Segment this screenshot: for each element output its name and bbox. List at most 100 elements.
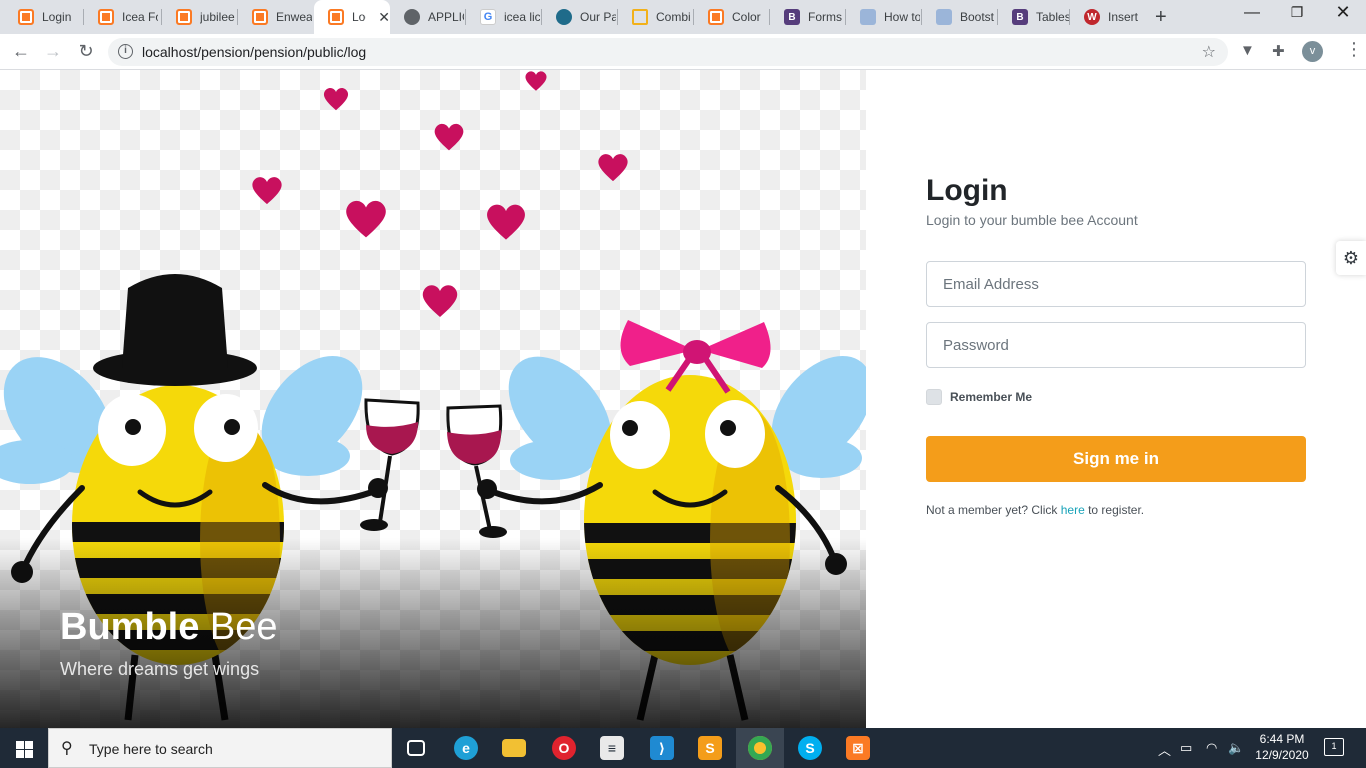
login-title: Login <box>926 174 1008 207</box>
register-suffix: to register. <box>1088 503 1145 517</box>
email-field[interactable] <box>926 261 1306 307</box>
wifi-icon[interactable]: ◠ <box>1206 740 1217 756</box>
volume-icon[interactable]: 🔈 <box>1228 740 1244 756</box>
heart-shape <box>434 123 464 151</box>
system-clock[interactable]: 6:44 PM 12/9/2020 <box>1252 731 1312 763</box>
browser-tab[interactable]: Icea Fo <box>84 0 162 34</box>
browser-tab-title: icea lic <box>504 10 540 24</box>
site-icon <box>556 9 572 25</box>
opera-icon[interactable]: O <box>540 728 588 768</box>
browser-tab[interactable]: Login <box>4 0 84 34</box>
browser-tab-title: How to <box>884 10 920 24</box>
reload-icon[interactable]: ↻ <box>75 41 97 62</box>
google-icon: G <box>480 9 496 25</box>
checker-icon <box>936 9 952 25</box>
register-link[interactable]: here <box>1061 503 1085 517</box>
browser-tab-title: Login <box>42 10 72 24</box>
battery-icon[interactable]: ▭ <box>1180 740 1192 756</box>
bootstrap-icon: B <box>784 9 800 25</box>
browser-tab-active[interactable]: Log ✕ <box>314 0 390 34</box>
browser-tab-title: Bootst <box>960 10 995 24</box>
xampp-icon <box>328 9 344 25</box>
browser-tab-title: APPLIC <box>428 10 464 24</box>
brand-light: Bee <box>209 606 278 648</box>
browser-tab-title: Insert <box>1108 10 1139 24</box>
browser-tab[interactable]: Combi <box>618 0 694 34</box>
bookmark-star-icon[interactable]: ☆ <box>1202 42 1216 62</box>
browser-tab[interactable]: How to <box>846 0 922 34</box>
password-field[interactable] <box>926 322 1306 368</box>
xampp-icon <box>98 9 114 25</box>
sign-in-button[interactable]: Sign me in <box>926 436 1306 482</box>
browser-tab-title: Log <box>352 10 366 24</box>
browser-tab-title: Enweal <box>276 10 312 24</box>
globe-icon <box>404 9 420 25</box>
browser-tab[interactable]: jubilee <box>162 0 238 34</box>
notification-center-icon[interactable]: 1 <box>1324 738 1344 756</box>
brand-tagline: Where dreams get wings <box>60 659 260 679</box>
restore-icon[interactable]: ❐ <box>1287 4 1307 21</box>
brand-name: Bumble Bee <box>60 606 278 649</box>
close-tab-icon[interactable]: ✕ <box>378 9 390 26</box>
settings-gear-icon[interactable]: ⚙ <box>1336 241 1366 275</box>
document-app-icon[interactable]: ≡ <box>588 728 636 768</box>
browser-tab-strip: Login Icea Fo jubilee Enweal Log ✕ APPLI… <box>0 0 1366 34</box>
search-icon: ⚲ <box>61 740 73 757</box>
sublime-text-icon[interactable]: S <box>686 728 734 768</box>
taskbar-search-placeholder: Type here to search <box>89 741 213 757</box>
browser-tab[interactable]: Color <box>694 0 770 34</box>
remember-me-checkbox[interactable] <box>926 389 942 405</box>
clock-time: 6:44 PM <box>1259 732 1305 746</box>
edge-icon[interactable]: e <box>442 728 490 768</box>
heart-shape <box>525 71 547 91</box>
file-explorer-icon[interactable] <box>490 728 538 768</box>
chrome-icon[interactable] <box>736 728 784 768</box>
browser-tab[interactable]: Bootst <box>922 0 998 34</box>
browser-tab[interactable]: W Insert <box>1070 0 1144 34</box>
browser-tab[interactable]: Our Pa <box>542 0 618 34</box>
browser-tab-title: Forms <box>808 10 842 24</box>
clock-date: 12/9/2020 <box>1255 748 1309 762</box>
browser-tab[interactable]: B Tables <box>998 0 1070 34</box>
page-viewport: Bumble Bee Where dreams get wings Login … <box>0 70 1366 728</box>
menu-kebab-icon[interactable]: ⋮ <box>1345 39 1363 60</box>
profile-avatar[interactable]: v <box>1302 41 1323 62</box>
browser-tab[interactable]: G icea lic <box>466 0 542 34</box>
heart-shape <box>252 177 282 205</box>
info-icon[interactable]: i <box>118 44 133 59</box>
chevron-up-icon[interactable]: ︿ <box>1158 740 1171 759</box>
browser-tab-title: Color <box>732 10 761 24</box>
register-prefix: Not a member yet? Click <box>926 503 1058 517</box>
browser-tab[interactable]: Enweal <box>238 0 314 34</box>
windows-start-icon[interactable] <box>0 728 48 768</box>
browser-tab-title: Tables <box>1036 10 1070 24</box>
login-subtitle: Login to your bumble bee Account <box>926 212 1138 228</box>
minimize-icon[interactable]: — <box>1242 4 1262 22</box>
bootstrap-icon: B <box>1012 9 1028 25</box>
taskbar-search-box[interactable]: ⚲ Type here to search <box>48 728 392 768</box>
xampp-icon <box>252 9 268 25</box>
browser-tab[interactable]: APPLIC <box>390 0 466 34</box>
address-url[interactable]: localhost/pension/pension/public/log <box>142 44 366 60</box>
windows-taskbar: ⚲ Type here to search e O ≡ ⟩ S S ⊠ ︿ ▭ … <box>0 728 1366 768</box>
vscode-icon[interactable]: ⟩ <box>638 728 686 768</box>
skype-icon[interactable]: S <box>786 728 834 768</box>
vivaldi-extension-icon[interactable]: ▼ <box>1240 42 1255 59</box>
extensions-puzzle-icon[interactable]: ✚ <box>1272 42 1285 60</box>
brand-bold: Bumble <box>60 606 200 648</box>
heart-shape <box>422 285 458 317</box>
browser-tab[interactable]: B Forms <box>770 0 846 34</box>
remember-me-label[interactable]: Remember Me <box>950 390 1032 404</box>
back-icon[interactable]: ← <box>10 41 32 62</box>
xampp-taskbar-icon[interactable]: ⊠ <box>834 728 882 768</box>
heart-shape <box>487 204 525 240</box>
browser-tab-title: Our Pa <box>580 10 616 24</box>
remember-me[interactable]: Remember Me <box>926 389 1032 405</box>
browser-tab-title: Combi <box>656 10 691 24</box>
address-bar[interactable]: i localhost/pension/pension/public/log ☆ <box>108 38 1228 66</box>
forward-icon[interactable]: → <box>42 41 64 62</box>
browser-toolbar: ← → ↻ i localhost/pension/pension/public… <box>0 34 1366 70</box>
task-view-icon[interactable] <box>392 728 440 768</box>
new-tab-icon[interactable]: + <box>1155 6 1167 29</box>
close-window-icon[interactable]: ✕ <box>1333 2 1353 23</box>
